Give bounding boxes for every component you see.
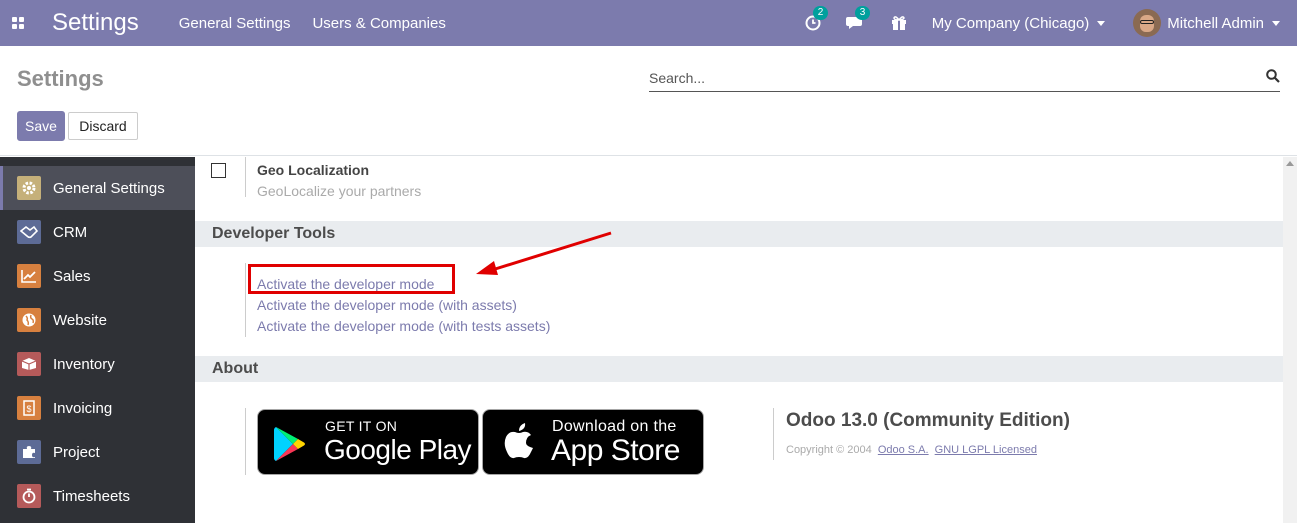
geo-localization-title: Geo Localization (257, 162, 370, 178)
user-menu[interactable]: Mitchell Admin (1133, 9, 1280, 37)
apps-menu-icon[interactable] (0, 0, 36, 46)
google-play-icon (274, 427, 305, 461)
discard-button[interactable]: Discard (68, 112, 138, 140)
chart-icon (17, 264, 41, 288)
section-title: About (212, 360, 259, 377)
copyright-text: Copyright © 2004 (786, 444, 872, 456)
license-link[interactable]: GNU LGPL Licensed (935, 444, 1037, 456)
box-icon (17, 352, 41, 376)
app-store-big-text: App Store (551, 434, 680, 467)
activate-developer-mode-assets-link[interactable]: Activate the developer mode (with assets… (257, 297, 517, 313)
sidebar-item-crm[interactable]: CRM (0, 210, 195, 254)
settings-content: Geo Localization GeoLocalize your partne… (195, 157, 1283, 523)
sidebar-item-website[interactable]: Website (0, 298, 195, 342)
annotation-arrow-icon (476, 231, 612, 275)
section-title: Developer Tools (212, 225, 336, 242)
divider (245, 263, 246, 337)
sidebar-item-label: Inventory (53, 355, 115, 373)
top-navbar: Settings General Settings Users & Compan… (0, 0, 1297, 46)
developer-tools-header: Developer Tools (195, 221, 1283, 247)
google-play-small-text: GET IT ON (325, 418, 398, 434)
search-input[interactable] (649, 66, 1249, 90)
sidebar-item-timesheets[interactable]: Timesheets (0, 474, 195, 518)
save-button[interactable]: Save (17, 111, 65, 141)
invoice-icon: $ (17, 396, 41, 420)
stopwatch-icon (17, 484, 41, 508)
svg-text:$: $ (26, 404, 31, 414)
messages-count-badge: 3 (854, 6, 871, 20)
geo-localization-description: GeoLocalize your partners (257, 183, 422, 199)
gear-icon (17, 176, 41, 200)
google-play-big-text: Google Play (324, 434, 472, 465)
divider (773, 408, 774, 460)
sidebar-item-label: Sales (53, 267, 91, 285)
activate-developer-mode-tests-link[interactable]: Activate the developer mode (with tests … (257, 318, 550, 334)
chevron-down-icon (1272, 20, 1280, 26)
scroll-up-icon[interactable] (1286, 161, 1294, 166)
activity-count-badge: 2 (812, 6, 829, 20)
app-title: Settings (52, 9, 139, 36)
odoo-sa-link[interactable]: Odoo S.A. (878, 444, 929, 456)
sidebar-item-label: Timesheets (53, 487, 130, 505)
app-store-button[interactable]: Download on the App Store (482, 409, 704, 475)
scrollbar[interactable] (1283, 157, 1297, 523)
sidebar-item-inventory[interactable]: Inventory (0, 342, 195, 386)
apple-icon (504, 423, 533, 459)
user-name: Mitchell Admin (1167, 14, 1264, 32)
activity-clock-icon[interactable]: 2 (804, 6, 829, 32)
settings-sidebar: General Settings CRM Sales Website Inven… (0, 157, 195, 523)
search-icon[interactable] (1266, 69, 1280, 88)
odoo-edition: Odoo 13.0 (Community Edition) (786, 410, 1070, 431)
control-panel: Settings Save Discard (0, 46, 1297, 156)
annotation-highlight-box (248, 264, 455, 294)
sidebar-item-label: CRM (53, 223, 88, 241)
divider (245, 408, 246, 475)
sidebar-item-label: Website (53, 311, 107, 329)
messages-chat-icon[interactable]: 3 (845, 6, 871, 32)
sidebar-item-general-settings[interactable]: General Settings (0, 166, 195, 210)
menu-general-settings[interactable]: General Settings (179, 15, 291, 32)
menu-users-companies[interactable]: Users & Companies (312, 15, 445, 32)
sidebar-item-label: General Settings (53, 179, 165, 197)
sidebar-item-sales[interactable]: Sales (0, 254, 195, 298)
company-name: My Company (Chicago) (931, 14, 1090, 32)
puzzle-icon (17, 440, 41, 464)
avatar (1133, 9, 1162, 37)
divider (245, 157, 246, 197)
company-switcher[interactable]: My Company (Chicago) (932, 15, 1106, 32)
page-title: Settings (17, 66, 104, 91)
about-header: About (195, 356, 1283, 382)
globe-icon (17, 308, 41, 332)
geo-localization-checkbox[interactable] (211, 163, 226, 178)
search-box (649, 66, 1280, 92)
sidebar-item-label: Invoicing (53, 399, 113, 417)
handshake-icon (17, 220, 41, 244)
google-play-button[interactable]: GET IT ON Google Play (257, 409, 479, 475)
sidebar-item-label: Project (53, 443, 100, 461)
sidebar-item-invoicing[interactable]: $ Invoicing (0, 386, 195, 430)
copyright-line: Copyright © 2004 Odoo S.A. GNU LGPL Lice… (786, 444, 1037, 456)
gift-icon[interactable] (890, 14, 908, 32)
sidebar-item-project[interactable]: Project (0, 430, 195, 474)
chevron-down-icon (1097, 20, 1106, 26)
